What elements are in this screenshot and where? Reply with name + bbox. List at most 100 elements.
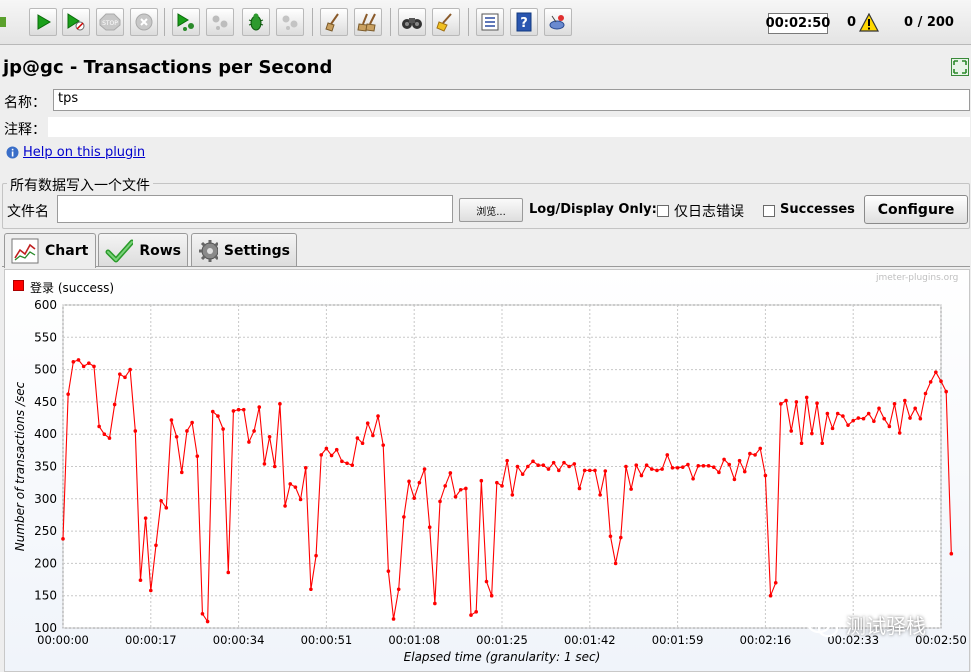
data-point [169, 418, 174, 422]
data-point [61, 537, 65, 541]
data-point [92, 364, 96, 369]
data-point [376, 414, 380, 418]
data-point [918, 416, 923, 421]
badge-text: 测试驿栈 [846, 614, 926, 638]
data-point [489, 593, 494, 598]
data-point [226, 570, 231, 575]
data-point [841, 414, 845, 418]
y-tick-label: 550 [34, 330, 57, 344]
data-point [133, 429, 138, 433]
data-point [154, 543, 158, 548]
data-point [825, 411, 830, 416]
data-point [908, 416, 912, 420]
data-point [479, 478, 484, 483]
y-tick-label: 350 [34, 460, 57, 474]
data-point [851, 418, 855, 423]
data-point [433, 601, 437, 606]
data-point [588, 468, 592, 473]
y-tick-label: 150 [34, 589, 57, 603]
data-point [861, 416, 866, 421]
data-point [613, 561, 618, 566]
data-point [670, 465, 675, 470]
data-point [520, 472, 525, 477]
data-point [763, 473, 768, 478]
data-point [500, 484, 504, 488]
data-point [495, 480, 499, 485]
data-point [949, 551, 954, 556]
x-tick-label: 00:01:59 [652, 633, 704, 647]
data-point [97, 424, 101, 429]
data-point [474, 610, 478, 614]
watermark-site: jmeter-plugins.org [876, 273, 959, 283]
data-point [608, 534, 613, 539]
data-point [923, 391, 928, 396]
data-point [190, 420, 194, 425]
data-point [272, 464, 277, 469]
data-point [903, 398, 907, 403]
data-point [541, 463, 546, 468]
tab-chart[interactable]: Chart [4, 233, 96, 268]
x-tick-label: 00:00:00 [37, 633, 89, 647]
y-tick-label: 250 [34, 524, 57, 538]
data-point [913, 406, 917, 411]
data-point [195, 454, 200, 458]
data-point [298, 497, 303, 502]
data-point [593, 468, 597, 473]
data-point [149, 588, 153, 593]
data-point [443, 484, 447, 488]
x-axis-label: Elapsed time (granularity: 1 sec) [404, 650, 601, 664]
data-point [427, 525, 432, 530]
data-point [768, 593, 773, 598]
data-point [737, 458, 742, 463]
data-point [314, 553, 318, 558]
data-point [288, 482, 293, 486]
data-point [722, 457, 726, 462]
data-point [665, 453, 670, 457]
data-point [892, 402, 897, 406]
data-point [856, 416, 861, 420]
data-point [773, 580, 778, 585]
data-point [319, 453, 324, 457]
data-point [448, 471, 453, 475]
data-point [706, 464, 711, 468]
data-point [939, 379, 943, 384]
x-tick-label: 00:01:42 [564, 633, 616, 647]
data-point [629, 487, 633, 491]
data-point [928, 380, 933, 384]
data-point [551, 460, 556, 465]
data-point [438, 499, 442, 504]
data-point [112, 402, 117, 407]
y-tick-label: 600 [34, 298, 57, 312]
data-point [216, 414, 220, 418]
data-point [164, 506, 169, 510]
data-point [257, 405, 262, 409]
data-point [71, 360, 76, 364]
data-point [866, 411, 871, 416]
data-point [118, 372, 122, 376]
data-point [345, 461, 349, 466]
data-point [340, 459, 344, 464]
data-point [835, 411, 840, 416]
x-tick-label: 00:00:51 [301, 633, 353, 647]
y-tick-label: 400 [34, 427, 57, 441]
data-point [701, 464, 706, 468]
data-point [603, 469, 608, 473]
data-point [159, 498, 163, 503]
data-point [200, 611, 205, 616]
data-point [76, 358, 81, 362]
data-point [748, 451, 752, 456]
data-point [128, 367, 132, 372]
data-point [557, 468, 561, 473]
x-tick-label: 00:00:17 [125, 633, 177, 647]
data-point [407, 479, 411, 484]
data-point [779, 402, 783, 406]
data-point [107, 436, 112, 440]
data-point [484, 579, 489, 584]
data-point [944, 389, 948, 394]
data-point [536, 463, 540, 468]
data-point [66, 392, 70, 396]
data-point [391, 617, 396, 621]
data-point [365, 421, 370, 426]
y-axis-label: Number of transactions /sec [13, 381, 27, 551]
data-point [934, 370, 938, 374]
